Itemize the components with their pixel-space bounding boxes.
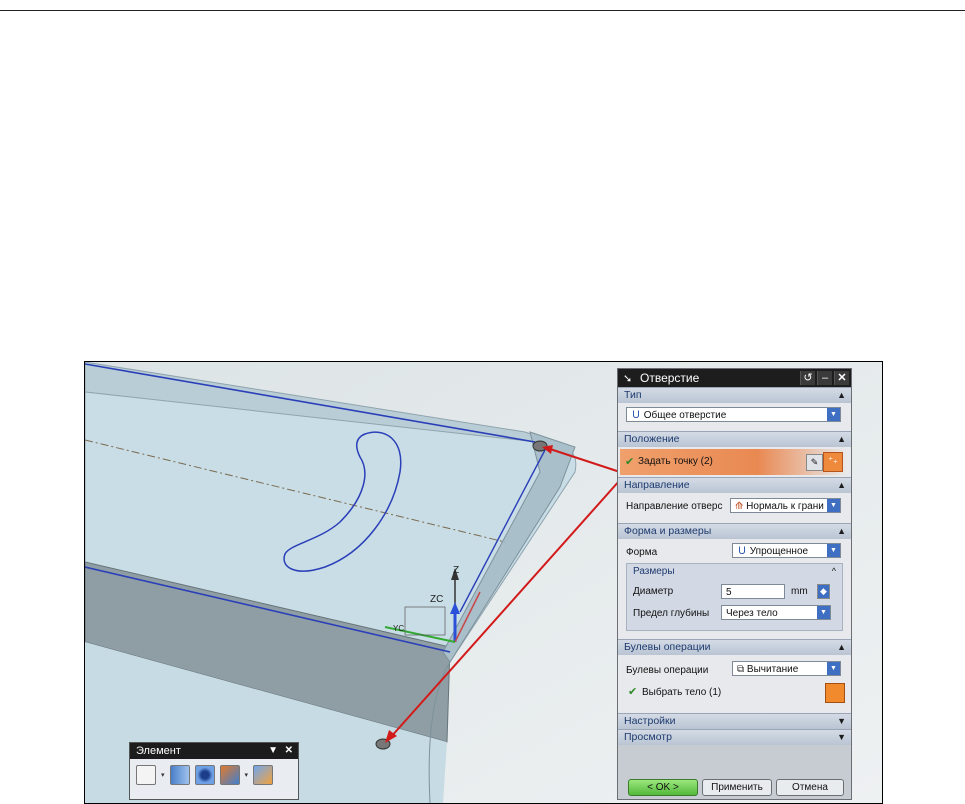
direction-value: Нормаль к грани — [746, 501, 824, 512]
hole-type-icon: Ｕ — [631, 410, 641, 421]
nx-window: Z ZC YC Элемент ▼ ✕ ▾ ▾ ➘ Отверстие ↺ – … — [84, 361, 883, 804]
specify-point-label: Задать точку (2) — [638, 456, 713, 467]
section-boolean-title: Булевы операции — [624, 641, 711, 653]
dimensions-group: Размеры ^ Диаметр 5 mm ◆ Предел глубины … — [626, 563, 843, 631]
axis-zc-label: ZC — [430, 594, 444, 605]
dimensions-title: Размеры — [633, 566, 675, 577]
solid-body-icon[interactable] — [825, 683, 845, 703]
element-toolbar-title: Элемент — [136, 745, 181, 757]
extrude-icon[interactable] — [169, 765, 190, 785]
depth-select[interactable]: Через тело ▼ — [721, 605, 831, 620]
direction-label: Направление отверс — [626, 501, 723, 512]
form-value: Упрощенное — [749, 546, 809, 557]
toolbar-menu-icon[interactable]: ▼ — [268, 743, 278, 759]
depth-label: Предел глубины — [633, 608, 710, 619]
diameter-unit: mm — [791, 586, 808, 597]
cancel-button[interactable]: Отмена — [776, 779, 844, 796]
chevron-up-icon: ▲ — [837, 642, 846, 652]
sketch-plane-icon[interactable] — [136, 765, 156, 785]
diameter-value: 5 — [726, 587, 732, 598]
section-position-header[interactable]: Положение ▲ — [618, 431, 851, 447]
depth-value: Через тело — [726, 608, 778, 619]
chevron-up-icon: ▲ — [837, 390, 846, 400]
select-body-label: Выбрать тело (1) — [642, 687, 722, 698]
toolbar-close-icon[interactable]: ✕ — [285, 743, 293, 759]
chevron-down-icon: ▼ — [827, 544, 840, 557]
hole-form-icon: Ｕ — [737, 546, 747, 557]
specify-point-row[interactable]: ✔ Задать точку (2) ✎ ⁺₊ — [620, 449, 849, 475]
cursor-icon: ➘ — [623, 373, 633, 385]
checkmark-icon: ✔ — [625, 456, 635, 468]
section-type-header[interactable]: Тип ▲ — [618, 387, 851, 403]
sketch-section-icon[interactable]: ✎ — [806, 454, 823, 471]
apply-button[interactable]: Применить — [702, 779, 772, 796]
chevron-down-icon: ▼ — [817, 606, 830, 619]
dropdown-arrow-icon[interactable]: ▾ — [245, 771, 249, 779]
section-settings-title: Настройки — [624, 715, 676, 727]
diameter-label: Диаметр — [633, 586, 674, 597]
block-icon[interactable] — [253, 765, 274, 785]
boolean-icon[interactable] — [219, 765, 240, 785]
checkmark-icon: ✔ — [628, 686, 638, 698]
boolean-value: Вычитание — [746, 664, 799, 675]
normal-icon: ⟰ — [735, 501, 744, 512]
dialog-title: Отверстие — [640, 371, 700, 385]
chevron-down-icon: ▼ — [827, 662, 840, 675]
boolean-select[interactable]: ⧉ Вычитание ▼ — [732, 661, 841, 676]
element-toolbar-titlebar[interactable]: Элемент ▼ ✕ — [130, 743, 298, 759]
diameter-input[interactable]: 5 — [721, 584, 785, 599]
axis-z-label: Z — [453, 565, 460, 576]
hole-dialog: ➘ Отверстие ↺ – ✕ Тип ▲ Ｕ Общее отверсти… — [617, 368, 852, 800]
point-dialog-icon[interactable]: ⁺₊ — [823, 452, 843, 472]
section-form-header[interactable]: Форма и размеры ▲ — [618, 523, 851, 539]
section-settings-header[interactable]: Настройки ▼ — [618, 713, 851, 729]
chevron-up-icon[interactable]: ^ — [832, 566, 836, 576]
dialog-titlebar[interactable]: ➘ Отверстие ↺ – ✕ — [618, 369, 851, 387]
hole-icon[interactable] — [194, 765, 215, 785]
section-boolean-header[interactable]: Булевы операции ▲ — [618, 639, 851, 655]
reset-icon[interactable]: ↺ — [800, 371, 815, 385]
top-rule — [0, 10, 965, 11]
element-toolbar: Элемент ▼ ✕ ▾ ▾ — [129, 742, 299, 800]
chevron-up-icon: ▲ — [837, 480, 846, 490]
direction-select[interactable]: ⟰ Нормаль к грани ▼ — [730, 498, 841, 513]
chevron-down-icon: ▼ — [837, 732, 846, 742]
chevron-up-icon: ▲ — [837, 434, 846, 444]
form-select[interactable]: Ｕ Упрощенное ▼ — [732, 543, 841, 558]
close-icon[interactable]: ✕ — [834, 371, 849, 385]
unit-menu-icon[interactable]: ◆ — [817, 584, 830, 599]
ok-button[interactable]: < OK > — [628, 779, 698, 796]
chevron-down-icon: ▼ — [827, 408, 840, 421]
type-select[interactable]: Ｕ Общее отверстие ▼ — [626, 407, 841, 422]
section-direction-title: Направление — [624, 479, 690, 491]
axis-yc-label: YC — [393, 624, 405, 633]
section-preview-title: Просмотр — [624, 731, 672, 743]
dialog-footer: < OK > Применить Отмена — [618, 775, 851, 799]
section-preview-header[interactable]: Просмотр ▼ — [618, 729, 851, 745]
type-value: Общее отверстие — [643, 410, 727, 421]
section-type-title: Тип — [624, 389, 642, 401]
chevron-down-icon: ▼ — [837, 716, 846, 726]
minimize-icon[interactable]: – — [817, 371, 832, 385]
form-label: Форма — [626, 547, 658, 558]
section-form-title: Форма и размеры — [624, 525, 712, 537]
boolean-label: Булевы операции — [626, 665, 709, 676]
chevron-up-icon: ▲ — [837, 526, 846, 536]
section-direction-header[interactable]: Направление ▲ — [618, 477, 851, 493]
chevron-down-icon: ▼ — [827, 499, 840, 512]
section-position-title: Положение — [624, 433, 680, 445]
subtract-icon: ⧉ — [737, 664, 745, 675]
dropdown-arrow-icon[interactable]: ▾ — [161, 771, 165, 779]
